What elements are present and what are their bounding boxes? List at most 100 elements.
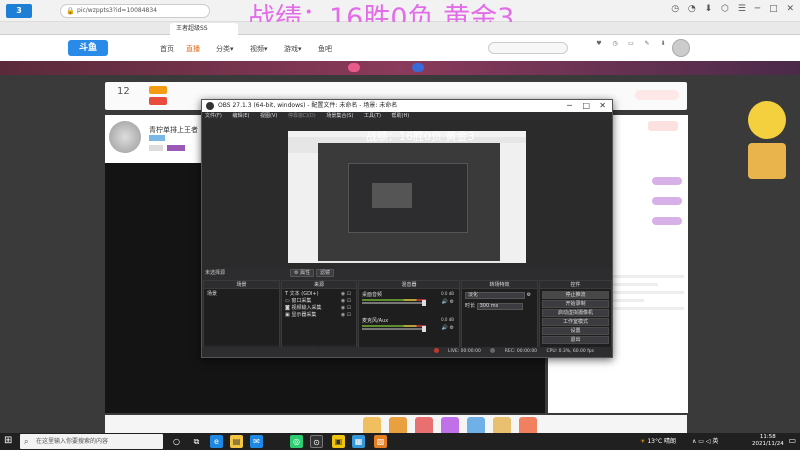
scene-item[interactable]: 场景 (207, 291, 276, 298)
nav-game[interactable]: 游戏▾ (284, 44, 302, 54)
nav-video[interactable]: 视频▾ (250, 44, 268, 54)
timer-icon[interactable]: ◔ (688, 4, 696, 14)
extension-icon[interactable]: ⬡ (721, 4, 729, 14)
source-item[interactable]: ▣ 显示器采集 ◉ ⊡ (285, 312, 353, 319)
tab-active[interactable]: 王者超级SS (170, 23, 238, 35)
studio-mode-button[interactable]: 工作室模式 (542, 318, 609, 326)
user-avatar[interactable] (672, 39, 690, 57)
eye-icon[interactable]: ◉ ⊡ (341, 291, 351, 298)
duration-input[interactable]: 300 ms (476, 303, 523, 310)
nav-yuba[interactable]: 鱼吧 (318, 44, 332, 54)
volume-slider[interactable] (362, 300, 426, 306)
app-icon[interactable]: ▣ (332, 435, 345, 448)
source-item[interactable]: ▭ 窗口采集 ◉ ⊡ (285, 298, 353, 305)
filters-button[interactable]: 滤镜 (316, 269, 335, 277)
chat-button[interactable] (652, 197, 682, 205)
address-bar[interactable]: 🔒 pic/wzppts3?id=10084834 (60, 4, 210, 18)
mail-icon[interactable]: ✉ (250, 435, 263, 448)
slider-knob[interactable] (422, 326, 426, 332)
banner-button[interactable] (348, 63, 360, 72)
volume-slider[interactable] (362, 326, 426, 332)
gift-item[interactable] (519, 417, 537, 433)
explorer-icon[interactable]: ▤ (230, 435, 243, 448)
gift-item[interactable] (441, 417, 459, 433)
cpu-usage: CPU: 0.3%, 60.00 fps (546, 349, 595, 354)
source-item[interactable]: T 文本 (GDI+) ◉ ⊡ (285, 291, 353, 298)
browser-logo[interactable]: 3 (6, 4, 32, 18)
chat-button[interactable] (652, 177, 682, 185)
nav-live[interactable]: 直播 (186, 44, 200, 54)
create-icon[interactable]: ✎ (640, 40, 654, 47)
preview-canvas[interactable]: 战绩：16胜0负 黄金3 (288, 131, 526, 263)
menu-view[interactable]: 视图(V) (260, 113, 277, 119)
menu-edit[interactable]: 编辑(E) (232, 113, 249, 119)
obs-titlebar[interactable]: OBS 27.1.3 (64-bit, windows) - 配置文件: 未命名… (202, 100, 612, 112)
nav-home[interactable]: 首页 (160, 44, 174, 54)
history-icon[interactable]: ◷ (608, 40, 622, 47)
start-button[interactable]: ⊞ (4, 435, 12, 446)
eye-icon[interactable]: ◉ ⊡ (341, 305, 351, 312)
widgets-icon[interactable]: ⧉ (190, 435, 203, 448)
site-logo[interactable]: 斗鱼 (68, 40, 108, 56)
streamer-avatar[interactable] (109, 121, 141, 153)
download-icon[interactable]: ⬇ (656, 40, 670, 47)
client-icon[interactable]: ▭ (624, 40, 638, 47)
taskbar-search[interactable]: ⌕ 在这里输入你要搜索的内容 (20, 434, 163, 449)
minimize-button[interactable]: ─ (755, 4, 760, 14)
close-button[interactable]: ✕ (786, 4, 794, 14)
close-button[interactable]: ✕ (599, 100, 606, 112)
settings-button[interactable]: 设置 (542, 327, 609, 335)
transition-select[interactable]: 淡化 (465, 292, 525, 299)
minimize-button[interactable]: ─ (567, 100, 572, 112)
speaker-icon[interactable]: 🔊 ⚙ (442, 299, 454, 305)
site-search-input[interactable] (488, 42, 568, 54)
app-icon[interactable]: ▧ (374, 435, 387, 448)
gift-item[interactable] (467, 417, 485, 433)
streamer-name[interactable]: 青柠单排上王者 (149, 125, 198, 135)
menu-tools[interactable]: 工具(T) (364, 113, 381, 119)
nav-category[interactable]: 分类▾ (216, 44, 234, 54)
menu-scene-collection[interactable]: 场景集合(S) (326, 113, 353, 119)
source-item[interactable]: ◙ 视频输入采集 ◉ ⊡ (285, 305, 353, 312)
side-ad[interactable] (748, 101, 788, 181)
obs-taskbar-icon[interactable]: ⊙ (310, 435, 323, 448)
source-toolbar: 未选择源 ⚙ 属性 滤镜 (202, 268, 612, 278)
gift-item[interactable] (363, 417, 381, 433)
speaker-icon[interactable]: 🔊 ⚙ (442, 325, 454, 331)
follow-button[interactable] (635, 90, 679, 100)
chat-button[interactable] (652, 217, 682, 225)
notification-icon[interactable]: ▭ (788, 436, 796, 445)
live-indicator-icon (433, 348, 439, 353)
stop-streaming-button[interactable]: 停止推流 (542, 291, 609, 299)
gift-item[interactable] (493, 417, 511, 433)
menu-icon[interactable]: ☰ (738, 4, 746, 14)
app-icon[interactable]: ▦ (352, 435, 365, 448)
slider-knob[interactable] (422, 300, 426, 306)
settings-icon[interactable]: ⚙ (527, 292, 531, 298)
clock[interactable]: 11:58 2021/11/24 (752, 434, 784, 448)
preview-panel (500, 143, 526, 263)
properties-button[interactable]: ⚙ 属性 (290, 269, 315, 277)
eye-icon[interactable]: ◉ ⊡ (341, 298, 351, 305)
download-icon[interactable]: ⬇ (705, 4, 713, 14)
tray-icons[interactable]: ∧ ▭ ◁ 英 (692, 438, 718, 445)
gift-item[interactable] (415, 417, 433, 433)
dock-title: 控件 (540, 281, 611, 289)
menu-docks[interactable]: 停靠窗口(D) (288, 113, 316, 119)
gift-item[interactable] (389, 417, 407, 433)
banner-button[interactable] (412, 63, 424, 72)
maximize-button[interactable]: □ (582, 100, 590, 112)
eye-icon[interactable]: ◉ ⊡ (341, 312, 351, 319)
weather-text[interactable]: 13°C 晴朗 (647, 438, 676, 445)
menu-help[interactable]: 帮助(H) (392, 113, 410, 119)
history-icon[interactable]: ◷ (671, 4, 679, 14)
wechat-icon[interactable]: ◎ (290, 435, 303, 448)
maximize-button[interactable]: □ (769, 4, 778, 14)
edge-icon[interactable]: e (210, 435, 223, 448)
exit-button[interactable]: 退出 (542, 336, 609, 344)
start-recording-button[interactable]: 开始录制 (542, 300, 609, 308)
follow-icon[interactable]: ♥ (592, 40, 606, 47)
virtual-camera-button[interactable]: 启动虚拟摄像机 (542, 309, 609, 317)
task-view-icon[interactable]: ○ (170, 435, 183, 448)
menu-file[interactable]: 文件(F) (205, 113, 222, 119)
